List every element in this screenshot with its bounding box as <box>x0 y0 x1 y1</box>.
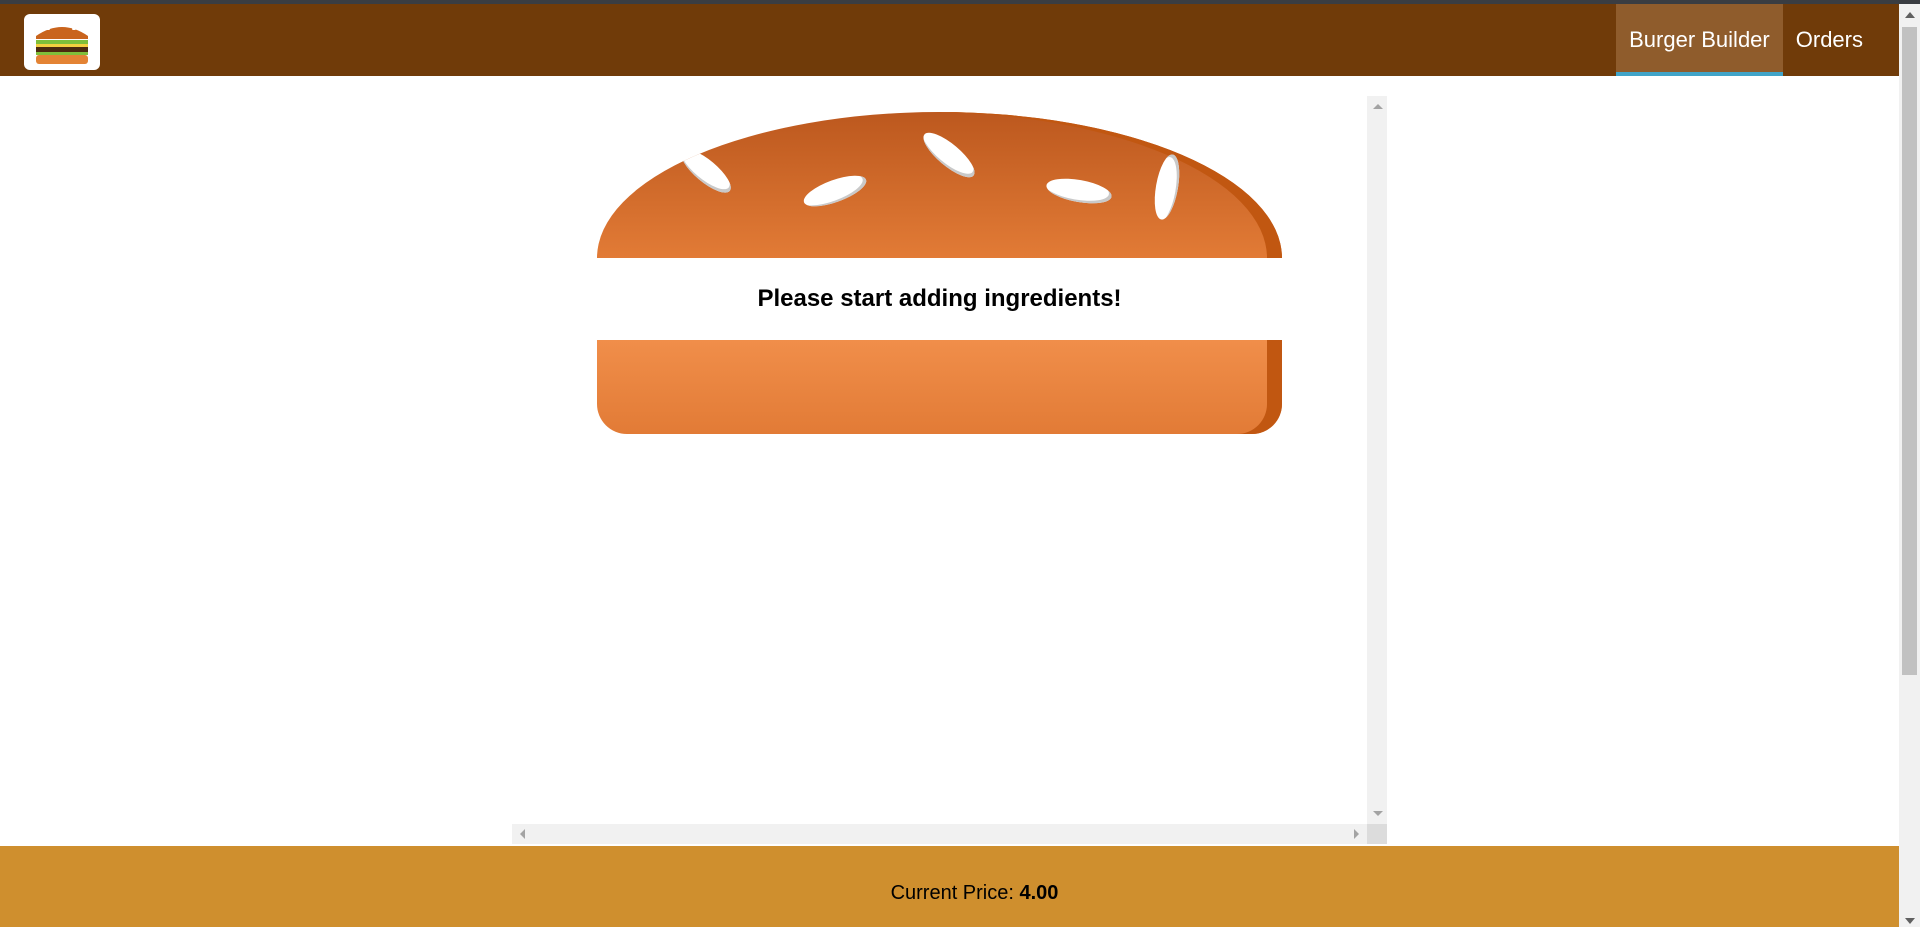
empty-burger-message: Please start adding ingredients! <box>597 258 1282 340</box>
scroll-left-icon[interactable] <box>520 829 525 839</box>
navigation-items: Burger Builder Orders <box>1616 4 1899 76</box>
seed <box>800 169 870 213</box>
build-controls: Current Price: 4.00 <box>0 846 1899 927</box>
burger-preview: Please start adding ingredients! <box>512 96 1387 844</box>
seed <box>1044 174 1114 208</box>
scrollbar-thumb[interactable] <box>1902 27 1917 675</box>
scroll-up-icon[interactable] <box>1373 104 1383 109</box>
nav-orders[interactable]: Orders <box>1783 4 1899 76</box>
seed <box>917 126 981 184</box>
bread-top <box>597 112 1282 258</box>
price-value: 4.00 <box>1019 882 1059 904</box>
price-label: Current Price: <box>890 882 1020 904</box>
page-scrollbar[interactable] <box>1899 4 1920 927</box>
scroll-right-icon[interactable] <box>1354 829 1359 839</box>
current-price: Current Price: 4.00 <box>891 882 1059 927</box>
nav-burger-builder[interactable]: Burger Builder <box>1616 4 1783 76</box>
scroll-up-icon[interactable] <box>1905 12 1915 18</box>
burger-logo-icon[interactable] <box>24 14 100 70</box>
burger-vertical-scrollbar[interactable] <box>1367 96 1387 824</box>
scroll-down-icon[interactable] <box>1905 918 1915 924</box>
toolbar: Burger Builder Orders <box>0 4 1899 76</box>
scroll-down-icon[interactable] <box>1373 811 1383 816</box>
seed <box>1150 152 1184 222</box>
seed <box>675 142 737 200</box>
bread-bottom <box>597 340 1282 434</box>
scrollbar-corner <box>1367 824 1387 844</box>
burger-horizontal-scrollbar[interactable] <box>512 824 1367 844</box>
empty-burger-text: Please start adding ingredients! <box>757 285 1122 312</box>
